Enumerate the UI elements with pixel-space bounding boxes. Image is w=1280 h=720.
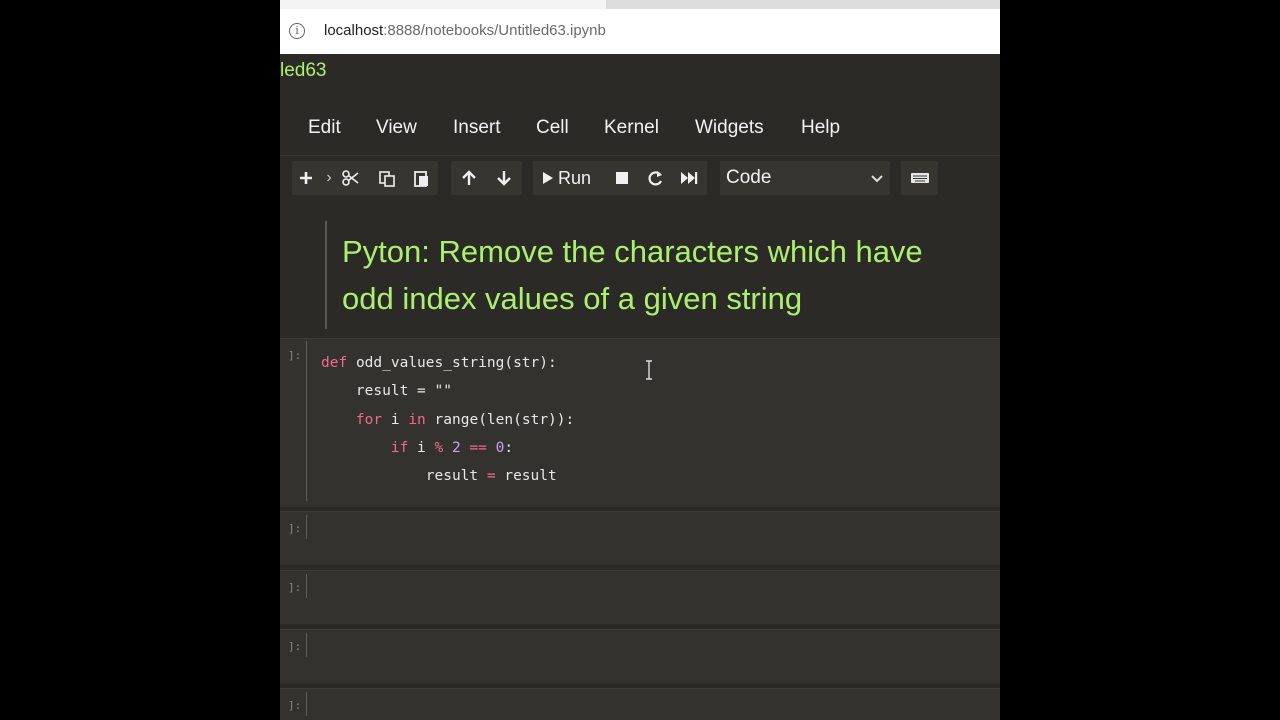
restart-run-all-button[interactable] <box>677 161 701 195</box>
menubar: Edit View Insert Cell Kernel Widgets Hel… <box>280 108 1000 148</box>
empty-code-cell[interactable]: ]: <box>280 688 1000 720</box>
paste-button[interactable] <box>409 161 435 195</box>
cell-prompt: ]: <box>288 699 302 712</box>
cell-prompt: ]: <box>288 522 302 535</box>
browser-tab-strip <box>280 0 1000 9</box>
menu-help[interactable]: Help <box>801 117 840 139</box>
empty-code-cell[interactable]: ]: <box>280 511 1000 565</box>
copy-button[interactable] <box>374 161 400 195</box>
cell-prompt: ]: <box>288 349 302 362</box>
browser-tab[interactable] <box>280 0 606 9</box>
code-editor[interactable]: def odd_values_string(str): result = "" … <box>321 349 574 490</box>
menu-insert[interactable]: Insert <box>453 117 501 139</box>
address-bar[interactable]: i localhost:8888/notebooks/Untitled63.ip… <box>280 9 1000 54</box>
menu-view[interactable]: View <box>376 117 417 139</box>
code-line: if i % 2 == 0: <box>390 439 514 456</box>
arrow-up-icon <box>456 161 482 195</box>
plus-icon <box>292 161 320 195</box>
text-cursor-icon <box>644 359 654 381</box>
cell-input-border <box>306 515 307 539</box>
code-line: for i in range(len(str)): <box>355 411 575 428</box>
markdown-heading: Pyton: Remove the characters which have … <box>342 234 923 316</box>
menu-edit[interactable]: Edit <box>308 117 341 139</box>
insert-cell-button[interactable] <box>292 161 320 195</box>
info-icon[interactable]: i <box>289 23 305 39</box>
url-path: :8888/notebooks/Untitled63.ipynb <box>383 22 606 39</box>
run-button[interactable]: Run <box>538 161 600 195</box>
notebook-window: i localhost:8888/notebooks/Untitled63.ip… <box>280 0 1000 720</box>
cell-input-border <box>306 692 307 716</box>
move-up-button[interactable] <box>456 161 482 195</box>
chevron-down-icon <box>870 162 884 208</box>
empty-code-cell[interactable]: ]: <box>280 570 1000 624</box>
cut-button[interactable] <box>338 161 364 195</box>
play-icon <box>538 161 558 195</box>
cell-input-border <box>306 341 307 501</box>
keyboard-icon <box>901 161 938 195</box>
cell-input-border <box>306 574 307 598</box>
cut-icon <box>338 161 364 195</box>
empty-code-cell[interactable]: ]: <box>280 629 1000 683</box>
restart-icon <box>644 161 666 195</box>
url-text[interactable]: localhost:8888/notebooks/Untitled63.ipyn… <box>324 22 606 39</box>
cell-type-select[interactable]: Code <box>720 161 890 195</box>
arrow-down-icon <box>491 161 517 195</box>
move-down-button[interactable] <box>491 161 517 195</box>
cell-type-value: Code <box>726 167 772 188</box>
run-label: Run <box>558 168 592 188</box>
code-cell[interactable]: ]: def odd_values_string(str): result = … <box>280 338 1000 507</box>
cell-input-border <box>325 221 327 329</box>
menu-kernel[interactable]: Kernel <box>604 117 659 139</box>
url-host: localhost <box>324 22 384 39</box>
command-palette-button[interactable] <box>901 161 938 195</box>
markdown-cell[interactable]: Pyton: Remove the characters which have … <box>280 218 1000 332</box>
code-line: def odd_values_string(str): <box>321 355 557 371</box>
restart-kernel-button[interactable] <box>644 161 666 195</box>
menu-cell[interactable]: Cell <box>536 117 569 139</box>
code-line: result = result <box>321 468 557 485</box>
cell-input-border <box>306 633 307 657</box>
code-line: result = "" <box>321 383 452 400</box>
copy-icon <box>374 161 400 195</box>
cell-prompt: ]: <box>288 640 302 653</box>
notebook-title[interactable]: led63 <box>280 60 327 82</box>
menu-widgets[interactable]: Widgets <box>695 117 764 139</box>
stop-icon <box>611 161 633 195</box>
paste-icon <box>409 161 435 195</box>
fast-forward-icon <box>677 161 701 195</box>
cell-prompt: ]: <box>288 581 302 594</box>
interrupt-button[interactable] <box>611 161 633 195</box>
